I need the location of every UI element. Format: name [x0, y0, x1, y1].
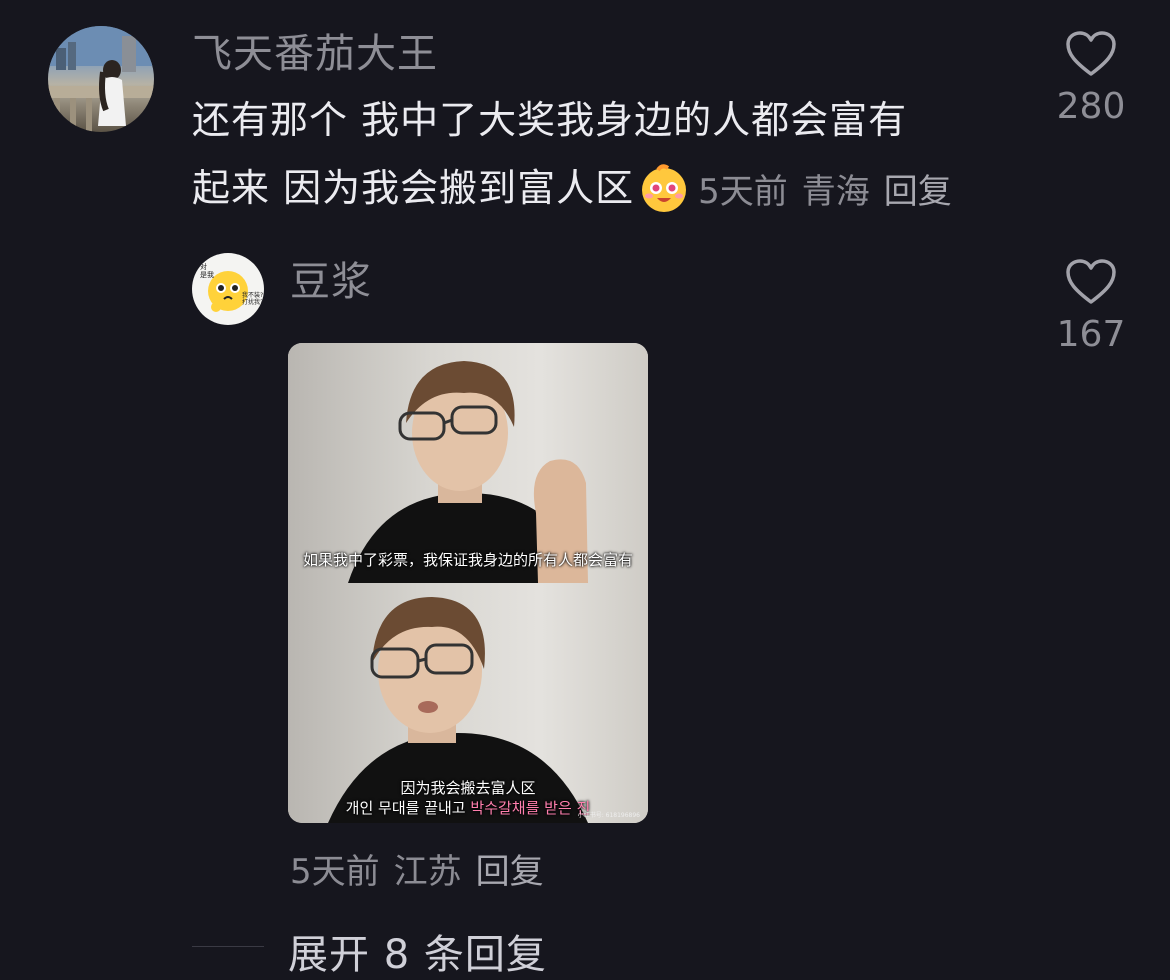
comment-text-line-1: 还有那个 我中了大奖我身边的人都会富有 — [192, 98, 908, 142]
reply-time: 5天前 — [290, 852, 380, 892]
image-panel-bottom: 因为我会搬去富人区 개인 무대를 끝내고 박수갈채를 받은 진 小红书号: 61… — [288, 583, 648, 823]
svg-text:打扰我?: 打扰我? — [242, 298, 263, 306]
heart-icon[interactable] — [1065, 259, 1117, 310]
reply-reply-button[interactable]: 回复 — [476, 852, 544, 892]
comment-reply-button[interactable]: 回复 — [884, 172, 952, 212]
image-caption-korean-pink: 박수갈채를 받은 진 — [470, 799, 591, 817]
replier-avatar-label-side: 我不装? — [242, 291, 263, 299]
comment-text-line-2: 起来 因为我会搬到富人区 — [192, 166, 635, 210]
commenter-username[interactable]: 飞天番茄大王 — [192, 34, 438, 74]
expand-replies-button[interactable]: 展开 8 条回复 — [288, 922, 547, 980]
commenter-avatar[interactable] — [48, 26, 154, 132]
heart-icon[interactable] — [1065, 31, 1117, 82]
image-watermark: 小红书号: 618196896 — [577, 812, 640, 819]
replier-username[interactable]: 豆浆 — [290, 262, 372, 302]
comment-like-button[interactable]: 280 — [1046, 30, 1136, 127]
comment-location: 青海 — [801, 171, 870, 212]
smiling-face-emoji-icon — [638, 162, 690, 214]
image-panel-top: 如果我中了彩票，我保证我身边的所有人都会富有 — [288, 343, 648, 583]
svg-text:是我: 是我 — [200, 270, 214, 279]
comment-like-count: 280 — [1056, 86, 1126, 127]
expand-divider — [192, 946, 264, 947]
reply-location: 江苏 — [393, 852, 462, 892]
replier-avatar-label-top: 对 — [200, 262, 207, 271]
image-caption-bottom-line-1: 因为我会搬去富人区 — [400, 779, 536, 797]
replier-avatar[interactable]: 对 是我 我不装? 打扰我? — [192, 253, 264, 325]
image-caption-korean-white: 개인 무대를 끝내고 — [345, 799, 466, 817]
comment-time: 5天前 — [698, 171, 788, 212]
reply-meta: 5天前 江苏 回复 — [290, 844, 558, 893]
comment-meta: 5天前 青海 回复 — [698, 164, 966, 213]
reply-image[interactable]: 如果我中了彩票，我保证我身边的所有人都会富有 因为我会搬去富人区 개인 무대를 … — [288, 343, 648, 823]
reply-like-count: 167 — [1056, 314, 1126, 355]
reply-like-button[interactable]: 167 — [1046, 258, 1136, 355]
comment-body: 还有那个 我中了大奖我身边的人都会富有 起来 因为我会搬到富人区 5天前 青海 回复 — [192, 86, 1012, 222]
image-caption-top: 如果我中了彩票，我保证我身边的所有人都会富有 — [302, 551, 633, 569]
